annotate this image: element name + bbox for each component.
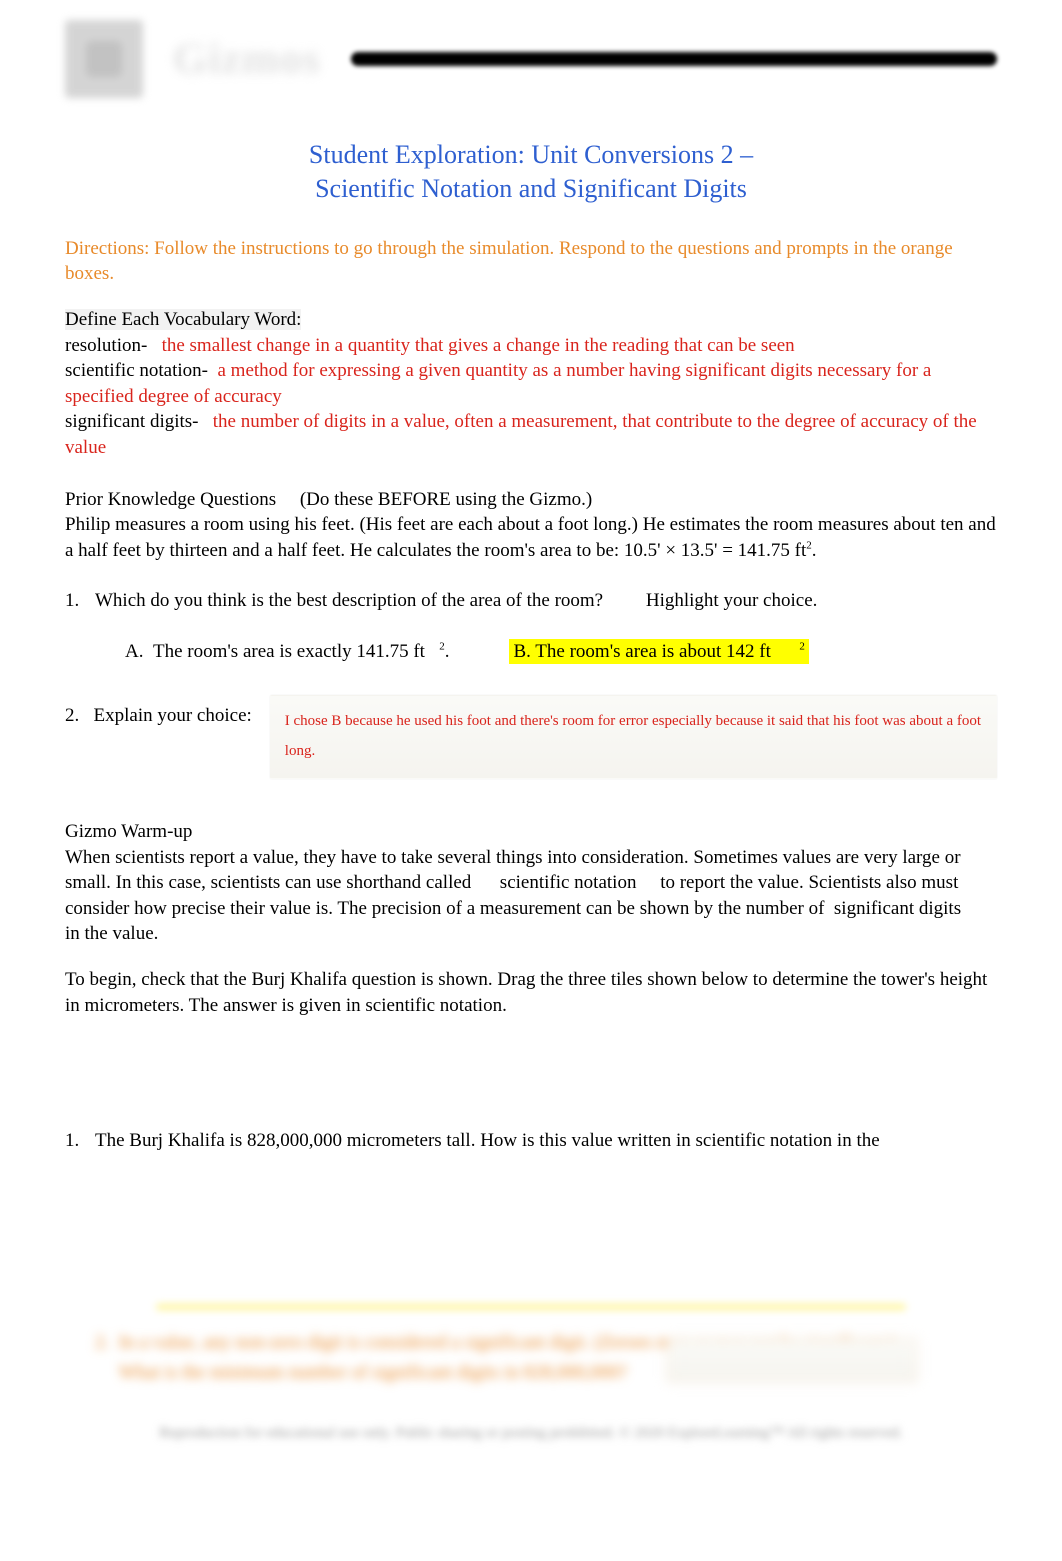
q1-number: 1. bbox=[65, 588, 95, 614]
q2-number: 2. bbox=[65, 705, 79, 726]
q1-choice-b[interactable]: B. The room's area is about 142 ft 2 bbox=[509, 639, 808, 665]
vocab-term-scinot: scientific notation- bbox=[65, 360, 208, 381]
prior-knowledge-section: Prior Knowledge Questions (Do these BEFO… bbox=[65, 487, 997, 564]
vocab-term-resolution: resolution- bbox=[65, 335, 147, 356]
q2-label: Explain your choice: bbox=[94, 705, 252, 726]
gizmo-warmup-section: Gizmo Warm-up When scientists report a v… bbox=[65, 819, 997, 1018]
warmup-p1c: in the value. bbox=[65, 923, 158, 944]
directions-text: Directions: Follow the instructions to g… bbox=[65, 236, 997, 287]
q1-text-b: your choice. bbox=[719, 590, 818, 611]
header: Gizmos bbox=[65, 0, 997, 128]
title-line-1: Student Exploration: Unit Conversions 2 … bbox=[309, 140, 753, 169]
blurred-highlight-bar bbox=[156, 1304, 906, 1310]
q1-text-a: Which do you think is the best descripti… bbox=[95, 590, 608, 611]
q2-answer-box[interactable]: I chose B because he used his foot and t… bbox=[270, 695, 997, 779]
prior-note: (Do these BEFORE using the Gizmo.) bbox=[300, 489, 592, 510]
page-title: Student Exploration: Unit Conversions 2 … bbox=[65, 138, 997, 206]
prior-body: Philip measures a room using his feet. (… bbox=[65, 514, 996, 561]
prior-body-end: . bbox=[812, 540, 817, 561]
brand-name: Gizmos bbox=[173, 29, 321, 88]
q1-choice-b-text: B. The room's area is about 142 ft bbox=[513, 641, 770, 662]
q1-choice-b-sup: 2 bbox=[799, 641, 805, 653]
warmup-q1-text: The Burj Khalifa is 828,000,000 micromet… bbox=[95, 1130, 880, 1151]
warmup-term-sigdig: significant digits bbox=[834, 898, 961, 919]
q1-choice-a-text: The room's area is exactly 141.75 ft bbox=[153, 641, 425, 662]
blurred-answer-box[interactable] bbox=[667, 1338, 917, 1382]
title-line-2: Scientific Notation and Significant Digi… bbox=[315, 174, 747, 203]
vocab-term-sigdig: significant digits- bbox=[65, 411, 199, 432]
q1-choice-a-letter: A. bbox=[125, 641, 143, 662]
blurred-content: 2. In a value, any non-zero digit is con… bbox=[65, 1304, 997, 1443]
footer-copyright: Reproduction for educational use only. P… bbox=[65, 1423, 997, 1443]
vocab-def-resolution: the smallest change in a quantity that g… bbox=[162, 335, 795, 356]
vocab-def-sigdig: the number of digits in a value, often a… bbox=[65, 411, 977, 458]
q1-choice-a-end: . bbox=[445, 641, 450, 662]
warmup-heading: Gizmo Warm-up bbox=[65, 819, 997, 845]
prior-heading: Prior Knowledge Questions bbox=[65, 489, 281, 510]
blurred-line2: What is the minimum number of significan… bbox=[119, 1362, 627, 1383]
warmup-question-1: 1.The Burj Khalifa is 828,000,000 microm… bbox=[65, 1128, 997, 1154]
question-2: 2. Explain your choice: I chose B becaus… bbox=[65, 695, 997, 779]
q1-choices: A. The room's area is exactly 141.75 ft … bbox=[65, 639, 997, 665]
q1-highlight-word: Highlight bbox=[646, 590, 719, 611]
q1-choice-a[interactable]: A. The room's area is exactly 141.75 ft … bbox=[125, 639, 449, 665]
blurred-question-2: 2. In a value, any non-zero digit is con… bbox=[65, 1328, 997, 1389]
warmup-p2: To begin, check that the Burj Khalifa qu… bbox=[65, 967, 997, 1018]
redacted-bar bbox=[351, 52, 997, 66]
warmup-q1-number: 1. bbox=[65, 1128, 95, 1154]
vocab-heading: Define Each Vocabulary Word: bbox=[65, 309, 301, 330]
warmup-term-scinot: scientific notation bbox=[500, 872, 637, 893]
logo-icon bbox=[65, 20, 143, 98]
blurred-q2-num: 2. bbox=[95, 1332, 109, 1353]
question-1: 1.Which do you think is the best descrip… bbox=[65, 588, 997, 614]
vocab-section: Define Each Vocabulary Word: resolution-… bbox=[65, 307, 997, 461]
